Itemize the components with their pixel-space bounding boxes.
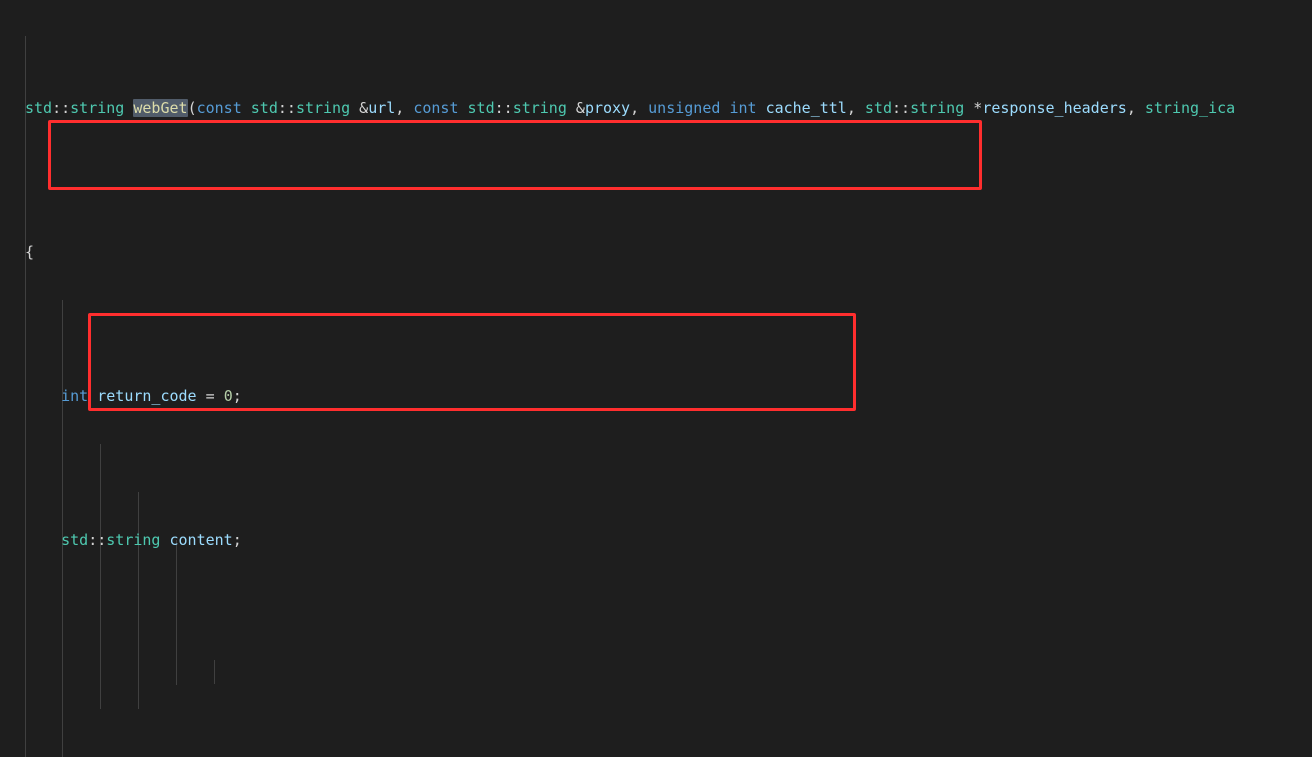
code-line-4[interactable]: std::string content;: [0, 528, 1312, 552]
code-line-2[interactable]: {: [0, 240, 1312, 264]
code-line-3[interactable]: int return_code = 0;: [0, 384, 1312, 408]
token-type: std: [25, 99, 53, 117]
code-editor[interactable]: std::string webGet(const std::string &ur…: [0, 0, 1312, 757]
code-content[interactable]: std::string webGet(const std::string &ur…: [0, 0, 1312, 757]
code-line-5[interactable]: [0, 672, 1312, 696]
symbol-webGet: webGet: [133, 99, 188, 117]
code-line-1[interactable]: std::string webGet(const std::string &ur…: [0, 96, 1312, 120]
